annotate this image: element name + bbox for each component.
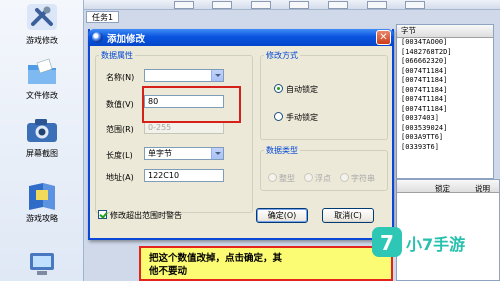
watermark-text: 小7手游 (406, 235, 466, 254)
add-modification-dialog: 添加修改 ✕ 数据属性 名称(N) 数值(V) 范围(R) 0-255 长度(L… (88, 29, 394, 240)
sidebar-item-file-modify[interactable]: 文件修改 (4, 57, 80, 101)
type-float-label: 浮点 (315, 174, 331, 183)
table-row[interactable]: [0074T1184] (397, 105, 493, 115)
close-button[interactable]: ✕ (376, 30, 391, 45)
table-row[interactable]: [0074T1184] (397, 76, 493, 86)
table-row[interactable]: [003539024] (397, 124, 493, 134)
result-column-header[interactable]: 字节 (397, 25, 493, 38)
toolbar-button[interactable] (174, 1, 194, 9)
result-rows: [0034TAO00] [1482768T2D] [066662320] [0074T… (397, 38, 493, 152)
chevron-down-icon[interactable] (211, 70, 223, 81)
warn-out-of-range-label[interactable]: 修改超出范围时警告 (110, 210, 182, 221)
toolbar-button[interactable] (367, 1, 387, 9)
watermark: 7 小7手游 (366, 225, 500, 261)
type-integer-label: 整型 (279, 174, 295, 183)
group-legend: 修改方式 (266, 51, 298, 60)
toolbar-button[interactable] (328, 1, 348, 9)
dialog-title: 添加修改 (107, 34, 146, 45)
column-header-hint[interactable]: 说明 (475, 183, 490, 194)
sidebar-item-label: 游戏攻略 (26, 214, 58, 223)
range-label: 范围(R) (106, 125, 134, 134)
app-icon (92, 32, 103, 43)
table-row[interactable]: [03393T6] (397, 143, 493, 153)
toolbar-button[interactable] (405, 1, 425, 9)
tip-line-1: 把这个数值改掉，点击确定，其 (149, 253, 283, 264)
data-type-group: 数据类型 (260, 145, 388, 191)
warn-out-of-range-checkbox[interactable] (98, 210, 107, 219)
value-label: 数值(V) (106, 100, 134, 109)
value-highlight-box (142, 86, 241, 123)
chevron-down-icon[interactable] (211, 148, 223, 159)
tip-line-2: 他不要动 (149, 266, 188, 277)
tip-callout: 把这个数值改掉，点击确定，其 他不要动 (139, 246, 393, 281)
type-string-radio (340, 173, 349, 182)
watermark-badge-text: 7 (380, 231, 394, 255)
computer-icon (30, 253, 54, 275)
type-string-label: 字符串 (351, 174, 375, 183)
table-row[interactable]: [0074T1184] (397, 67, 493, 77)
name-label: 名称(N) (106, 73, 135, 82)
table-row[interactable]: [0037403] (397, 114, 493, 124)
tools-icon (27, 4, 57, 30)
sidebar-item-label: 文件修改 (26, 91, 58, 100)
length-value: 单字节 (148, 149, 172, 158)
column-header-lock[interactable]: 锁定 (435, 183, 450, 194)
table-row[interactable]: [1482768T2D] (397, 48, 493, 58)
auto-lock-radio[interactable] (274, 84, 283, 93)
ok-button[interactable]: 确定(O) (256, 208, 308, 223)
dialog-titlebar[interactable]: 添加修改 ✕ (88, 29, 394, 46)
search-result-list[interactable]: 字节 [0034TAO00] [1482768T2D] [066662320] [00… (396, 24, 494, 179)
sidebar-item-computer[interactable] (4, 250, 80, 280)
sidebar: 游戏修改 文件修改 屏幕截图 游戏攻略 (0, 0, 84, 281)
list-header: 锁定 说明 (397, 180, 499, 193)
cancel-button[interactable]: 取消(C) (322, 208, 374, 223)
sidebar-item-screenshot[interactable]: 屏幕截图 (4, 115, 80, 159)
guide-book-icon (29, 183, 55, 210)
table-row[interactable]: [003A9TT6] (397, 133, 493, 143)
table-row[interactable]: [0074T1184] (397, 95, 493, 105)
name-combo[interactable] (144, 69, 224, 82)
length-label: 长度(L) (106, 151, 133, 160)
folder-icon (28, 58, 56, 84)
toolbar-strip (84, 0, 500, 10)
manual-lock-label[interactable]: 手动锁定 (286, 112, 318, 123)
toolbar-button[interactable] (251, 1, 271, 9)
table-row[interactable]: [066662320] (397, 57, 493, 67)
table-row[interactable]: [0034TAO00] (397, 38, 493, 48)
toolbar-button[interactable] (212, 1, 232, 9)
length-combo[interactable]: 单字节 (144, 147, 224, 160)
table-row[interactable]: [0074T1184] (397, 86, 493, 96)
group-legend: 数据类型 (266, 146, 298, 155)
watermark-logo-icon: 7 (372, 227, 402, 257)
camera-icon (27, 119, 57, 142)
sidebar-item-game-guide[interactable]: 游戏攻略 (4, 180, 80, 224)
sidebar-item-game-modify[interactable]: 游戏修改 (4, 2, 80, 46)
manual-lock-radio[interactable] (274, 112, 283, 121)
auto-lock-label[interactable]: 自动锁定 (286, 84, 318, 95)
sidebar-item-label: 游戏修改 (26, 36, 58, 45)
address-label: 地址(A) (106, 173, 134, 182)
tab-task[interactable]: 任务1 (86, 11, 120, 23)
modify-mode-group: 修改方式 (260, 50, 388, 140)
group-legend: 数据属性 (101, 51, 133, 60)
type-integer-radio (268, 173, 277, 182)
address-input[interactable] (144, 169, 224, 182)
toolbar-button[interactable] (289, 1, 309, 9)
sidebar-item-label: 屏幕截图 (26, 149, 58, 158)
type-float-radio (304, 173, 313, 182)
